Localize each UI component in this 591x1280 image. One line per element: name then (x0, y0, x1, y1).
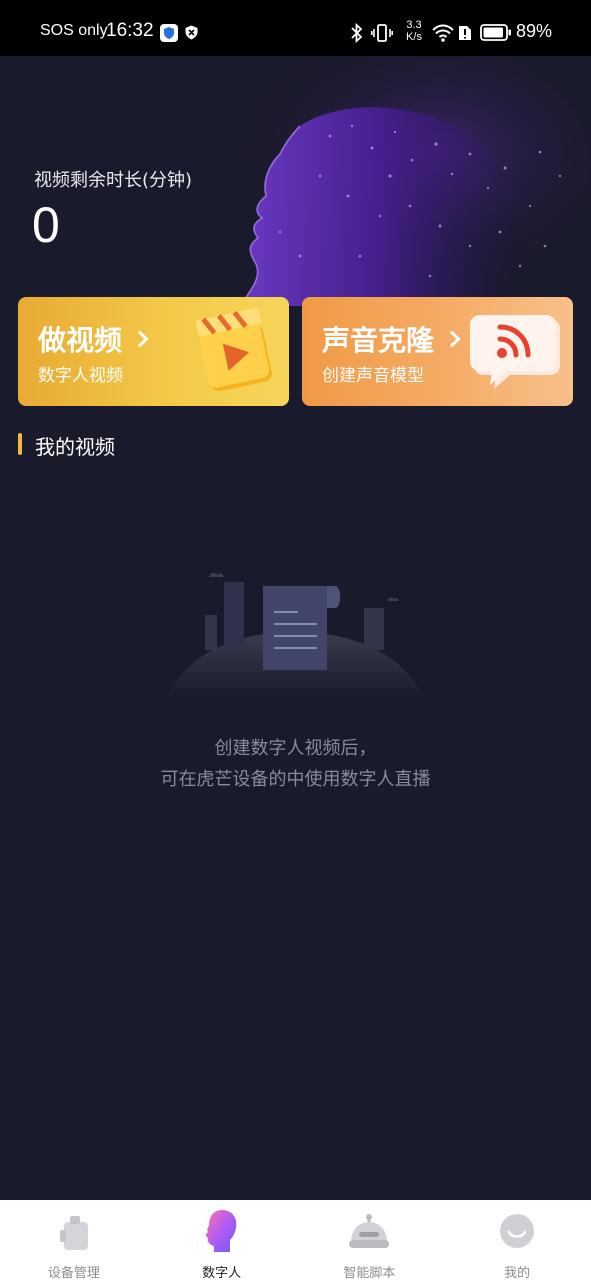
chevron-right-icon (443, 330, 461, 348)
my-videos-title: 我的视频 (35, 435, 115, 459)
nav-label-digital-human: 数字人 (202, 1266, 242, 1280)
status-bar: SOS only 16:32 3.3 K/s 89% (0, 0, 591, 56)
nav-item-smart-script[interactable]: 智能脚本 (296, 1200, 444, 1280)
nav-item-profile[interactable]: 我的 (443, 1200, 591, 1280)
nav-label-device-management: 设备管理 (47, 1266, 100, 1280)
close-badge-icon (185, 25, 198, 40)
video-clapper-icon (195, 307, 272, 392)
make-video-subtitle: 数字人视频 (38, 366, 123, 386)
chevron-right-icon (131, 330, 149, 348)
battery-icon (480, 24, 511, 41)
nav-label-smart-script: 智能脚本 (343, 1266, 396, 1280)
remaining-duration-label: 视频剩余时长(分钟) (34, 170, 193, 191)
bottom-navigation: 设备管理 数字人 智能脚本 我的 (0, 1200, 591, 1280)
voice-bubble-icon (470, 315, 560, 389)
net-speed-unit: K/s (406, 31, 422, 43)
make-video-title: 做视频 (38, 319, 149, 359)
voice-clone-title-text: 声音克隆 (322, 324, 435, 357)
remaining-duration-value: 0 (32, 197, 60, 253)
battery-percent: 89% (516, 21, 553, 41)
nav-label-profile: 我的 (504, 1266, 531, 1280)
voice-clone-subtitle: 创建声音模型 (322, 366, 424, 386)
bluetooth-icon (351, 23, 363, 43)
vibrate-icon (371, 24, 393, 42)
device-icon (59, 1216, 88, 1250)
nav-item-digital-human[interactable]: 数字人 (148, 1200, 296, 1280)
section-accent-bar (18, 433, 22, 455)
clock: 16:32 (106, 20, 154, 41)
empty-hint-line-1: 创建数字人视频后， (214, 738, 377, 759)
make-video-title-text: 做视频 (38, 324, 123, 357)
voice-clone-card[interactable]: 声音克隆 创建声音模型 (302, 297, 573, 406)
robot-icon (349, 1214, 390, 1248)
digital-human-icon (205, 1210, 237, 1252)
empty-hint-line-2: 可在虎芒设备的中使用数字人直播 (160, 769, 431, 790)
profile-icon (500, 1214, 535, 1248)
net-speed-value: 3.3 (406, 19, 422, 31)
hero-banner: 视频剩余时长(分钟) 0 (0, 56, 591, 306)
sim-alert-icon (459, 26, 471, 40)
net-speed: 3.3 K/s (404, 19, 424, 43)
make-video-card[interactable]: 做视频 数字人视频 (18, 297, 289, 406)
carrier-label: SOS only (40, 22, 108, 39)
voice-clone-title: 声音克隆 (322, 319, 461, 359)
empty-document-icon (165, 572, 425, 700)
shield-icon (160, 24, 178, 42)
nav-item-device-management[interactable]: 设备管理 (0, 1200, 148, 1280)
wifi-icon (432, 24, 454, 42)
